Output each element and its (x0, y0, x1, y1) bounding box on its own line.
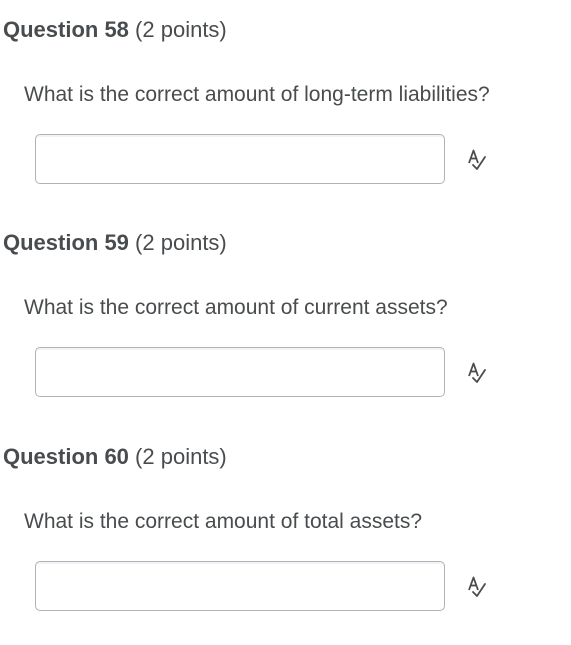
question-prompt: What is the correct amount of total asse… (24, 510, 423, 533)
spell-check-icon[interactable] (464, 146, 490, 172)
question-prompt: What is the correct amount of current as… (24, 296, 448, 319)
question-title: Question 59 (3, 230, 129, 255)
question-points: (2 points) (135, 230, 227, 255)
question-title: Question 60 (3, 444, 129, 469)
question-header: Question 60 (2 points) (3, 443, 227, 471)
question-59: Question 59 (2 points) What is the corre… (0, 213, 571, 413)
answer-input[interactable] (35, 561, 445, 611)
question-title: Question 58 (3, 17, 129, 42)
question-header: Question 58 (2 points) (3, 16, 227, 44)
question-prompt: What is the correct amount of long-term … (24, 83, 490, 106)
answer-input[interactable] (35, 134, 445, 184)
question-58: Question 58 (2 points) What is the corre… (0, 0, 571, 200)
spell-check-icon[interactable] (464, 359, 490, 385)
question-60: Question 60 (2 points) What is the corre… (0, 427, 571, 627)
spell-check-icon[interactable] (464, 573, 490, 599)
question-points: (2 points) (135, 444, 227, 469)
question-points: (2 points) (135, 17, 227, 42)
question-header: Question 59 (2 points) (3, 229, 227, 257)
answer-input[interactable] (35, 347, 445, 397)
